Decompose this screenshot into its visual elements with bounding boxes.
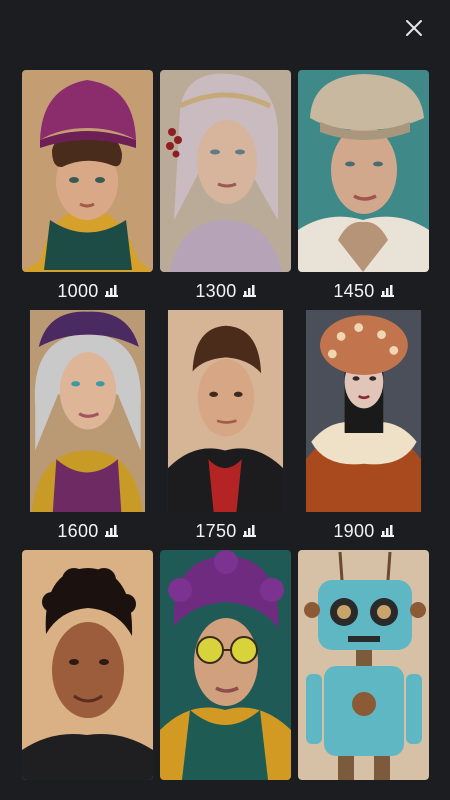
bar-chart-icon <box>242 285 256 297</box>
avatar-gallery-screen: 1000 1300 1450 1600 1750 1900 <box>0 0 450 800</box>
rating-label: 1750 <box>195 512 256 550</box>
bar-chart-icon <box>104 285 118 297</box>
avatar-grid: 1000 1300 1450 1600 1750 1900 <box>22 70 430 780</box>
close-icon <box>406 20 422 36</box>
bar-chart-icon <box>380 285 394 297</box>
rating-value: 1450 <box>333 280 375 301</box>
rating-value: 1900 <box>333 520 375 541</box>
rating-label: 1000 <box>57 272 118 310</box>
avatar-card[interactable]: 1000 <box>22 70 153 310</box>
close-button[interactable] <box>400 14 428 42</box>
avatar-card[interactable]: 1450 <box>298 70 429 310</box>
avatar-card[interactable]: 1900 <box>298 310 429 550</box>
bar-chart-icon <box>242 525 256 537</box>
avatar-thumbnail[interactable] <box>298 70 429 272</box>
rating-label: 1900 <box>333 512 394 550</box>
rating-value: 1750 <box>195 520 237 541</box>
avatar-card[interactable]: 1750 <box>160 310 291 550</box>
rating-label: 1300 <box>195 272 256 310</box>
avatar-card[interactable] <box>298 550 429 780</box>
avatar-card[interactable]: 1600 <box>22 310 153 550</box>
rating-value: 1000 <box>57 280 99 301</box>
avatar-card[interactable]: 1300 <box>160 70 291 310</box>
avatar-thumbnail[interactable] <box>160 550 291 780</box>
avatar-thumbnail[interactable] <box>298 310 429 512</box>
rating-value: 1600 <box>57 520 99 541</box>
avatar-thumbnail[interactable] <box>298 550 429 780</box>
bar-chart-icon <box>104 525 118 537</box>
rating-label: 1450 <box>333 272 394 310</box>
avatar-thumbnail[interactable] <box>22 70 153 272</box>
rating-label: 1600 <box>57 512 118 550</box>
bar-chart-icon <box>380 525 394 537</box>
avatar-thumbnail[interactable] <box>22 550 153 780</box>
rating-value: 1300 <box>195 280 237 301</box>
avatar-thumbnail[interactable] <box>22 310 153 512</box>
avatar-card[interactable] <box>22 550 153 780</box>
avatar-thumbnail[interactable] <box>160 310 291 512</box>
avatar-card[interactable] <box>160 550 291 780</box>
avatar-thumbnail[interactable] <box>160 70 291 272</box>
